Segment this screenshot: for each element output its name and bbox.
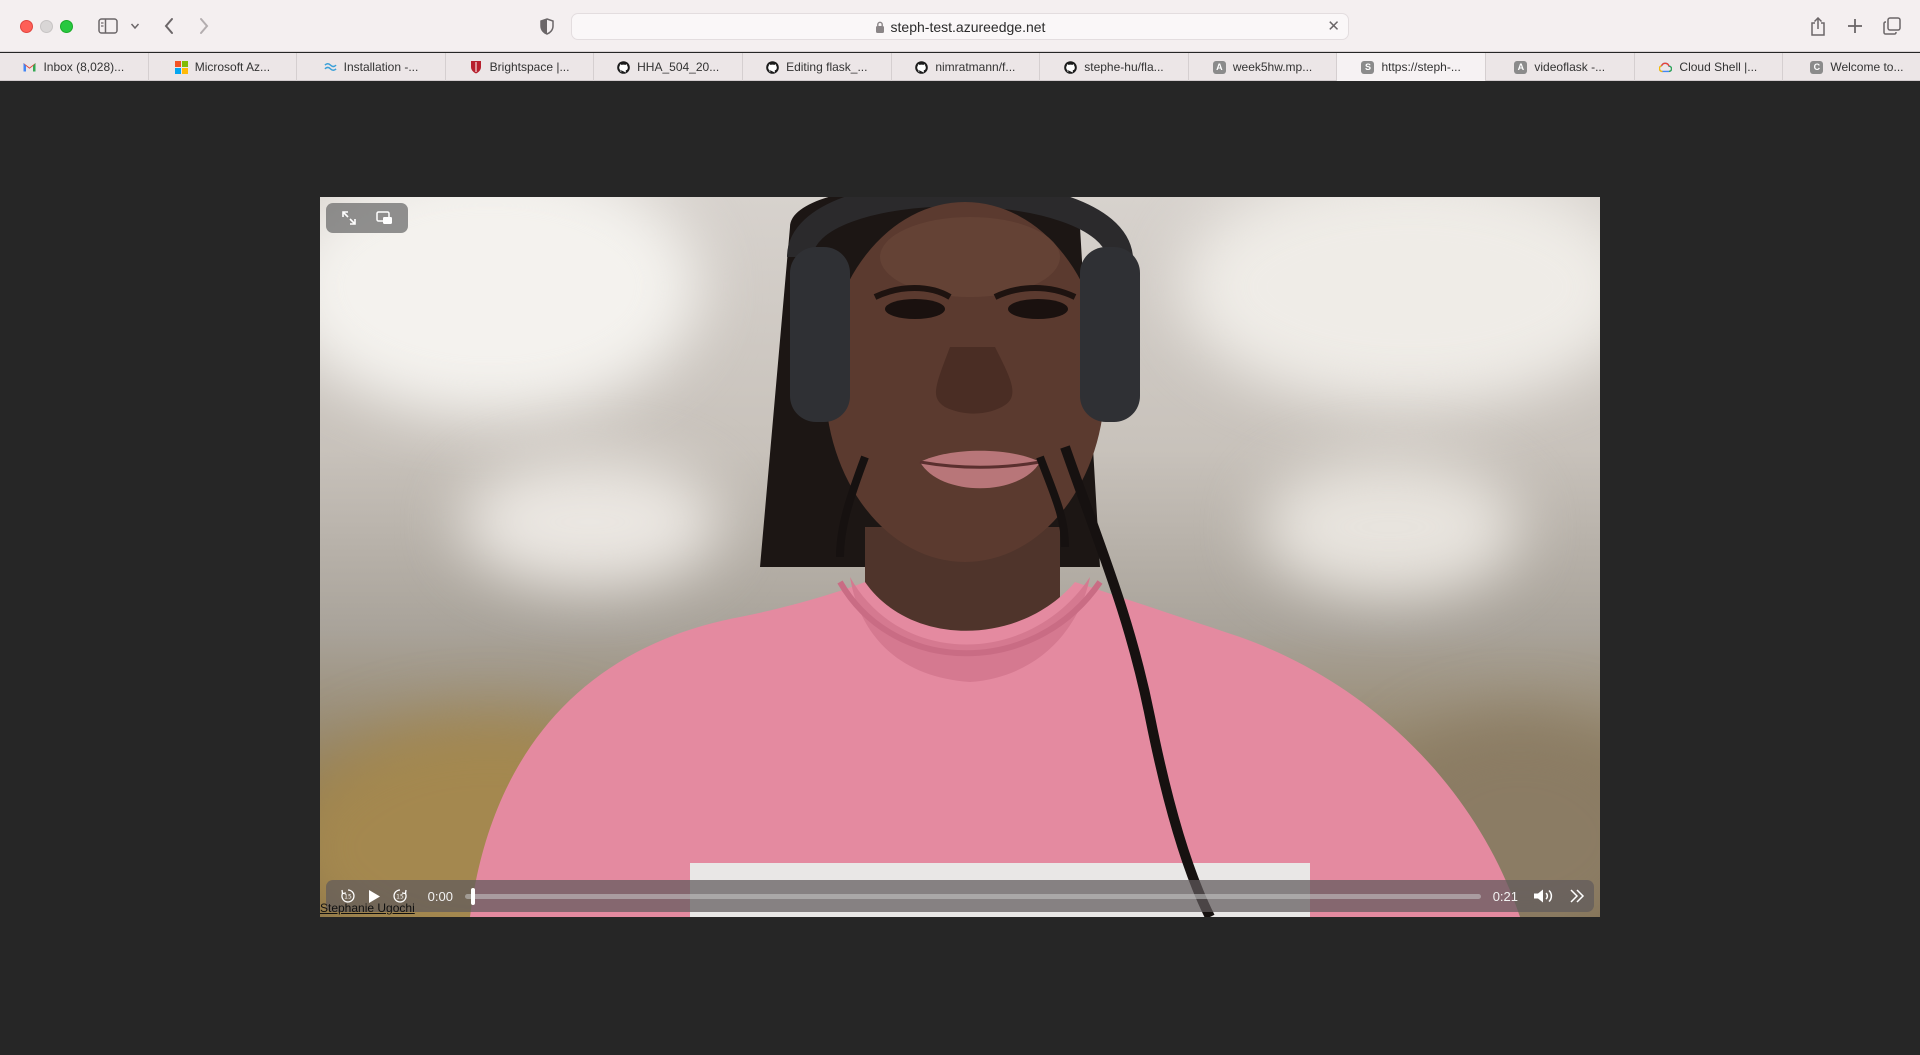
duration: 0:21	[1492, 888, 1518, 904]
tab-label: HHA_504_20...	[637, 60, 720, 74]
tab-label: stephe-hu/fla...	[1084, 60, 1164, 74]
tab-label: nimratmann/f...	[935, 60, 1016, 74]
github-icon	[1064, 60, 1078, 74]
url-text: steph-test.azureedge.net	[890, 18, 1046, 35]
tab-label: Welcome to...	[1830, 60, 1904, 74]
tab-github-stephe-hu[interactable]: stephe-hu/fla...	[1040, 53, 1189, 81]
tab-label: Editing flask_...	[786, 60, 868, 74]
letter-s-icon: S	[1361, 60, 1375, 74]
tab-label: Microsoft Az...	[194, 60, 271, 74]
tab-bar: Inbox (8,028)... Microsoft Az... Install…	[0, 53, 1920, 81]
tab-github-nimratmann[interactable]: nimratmann/f...	[892, 53, 1041, 81]
address-bar[interactable]: steph-test.azureedge.net ✕	[571, 13, 1349, 40]
tab-gmail[interactable]: Inbox (8,028)...	[0, 53, 149, 81]
tab-label: Installation -...	[343, 60, 419, 74]
tab-label: videoflask -...	[1534, 60, 1606, 74]
chevron-down-icon[interactable]	[128, 14, 142, 38]
tab-overview-icon[interactable]	[1880, 14, 1904, 38]
new-tab-icon[interactable]	[1843, 14, 1867, 38]
gmail-icon	[23, 61, 36, 74]
video-caption: Stephanie Ugochi	[320, 901, 415, 915]
tab-videoflask[interactable]: A videoflask -...	[1486, 53, 1635, 81]
browser-toolbar: steph-test.azureedge.net ✕	[0, 0, 1920, 52]
person-on-camera	[470, 197, 1520, 917]
sidebar-toggle-icon[interactable]	[96, 14, 120, 38]
tab-label: https://steph-...	[1381, 60, 1461, 74]
tab-installation[interactable]: Installation -...	[297, 53, 446, 81]
more-options-icon[interactable]	[1561, 880, 1594, 912]
video-overlay-buttons	[326, 203, 408, 233]
tab-brightspace[interactable]: Brightspace |...	[446, 53, 595, 81]
svg-text:15: 15	[344, 894, 352, 901]
tab-label: Inbox (8,028)...	[43, 60, 125, 74]
fullscreen-icon[interactable]	[341, 202, 357, 234]
video-player[interactable]: 15 15 0:00 0:21	[320, 197, 1600, 917]
microsoft-icon	[174, 60, 188, 74]
tab-steph-test[interactable]: S https://steph-...	[1337, 53, 1486, 81]
tab-label: week5hw.mp...	[1232, 60, 1313, 74]
progress-thumb[interactable]	[470, 887, 475, 905]
clear-url-icon[interactable]: ✕	[1327, 19, 1340, 34]
tab-github-editing-flask[interactable]: Editing flask_...	[743, 53, 892, 81]
tab-cloud-shell[interactable]: Cloud Shell |...	[1635, 53, 1784, 81]
back-button[interactable]	[159, 14, 179, 38]
volume-icon[interactable]	[1528, 880, 1561, 912]
lock-icon	[875, 21, 885, 33]
tab-microsoft-azure[interactable]: Microsoft Az...	[149, 53, 298, 81]
forward-button[interactable]	[194, 14, 214, 38]
progress-bar[interactable]	[464, 887, 1481, 905]
privacy-shield-icon[interactable]	[537, 14, 557, 38]
tab-label: Brightspace |...	[489, 60, 570, 74]
close-window-button[interactable]	[20, 20, 33, 33]
tab-welcome[interactable]: C Welcome to...	[1783, 53, 1920, 81]
github-icon	[617, 60, 630, 74]
zoom-window-button[interactable]	[60, 20, 73, 33]
letter-a-icon: A	[1514, 60, 1528, 74]
tab-github-hha504[interactable]: HHA_504_20...	[594, 53, 743, 81]
svg-text:15: 15	[396, 894, 404, 901]
github-icon	[766, 60, 779, 74]
flask-docs-icon	[324, 61, 337, 74]
picture-in-picture-icon[interactable]	[376, 202, 393, 234]
share-icon[interactable]	[1806, 14, 1830, 38]
current-time: 0:00	[427, 888, 453, 904]
minimize-window-button[interactable]	[40, 20, 53, 33]
video-controls: 15 15 0:00 0:21	[326, 880, 1594, 912]
letter-a-icon: A	[1212, 60, 1226, 74]
github-icon	[915, 60, 929, 74]
tab-label: Cloud Shell |...	[1679, 60, 1758, 74]
google-cloud-icon	[1659, 61, 1673, 74]
letter-c-icon: C	[1810, 60, 1824, 74]
shield-crest-icon	[470, 61, 483, 74]
tab-week5hw[interactable]: A week5hw.mp...	[1189, 53, 1338, 81]
